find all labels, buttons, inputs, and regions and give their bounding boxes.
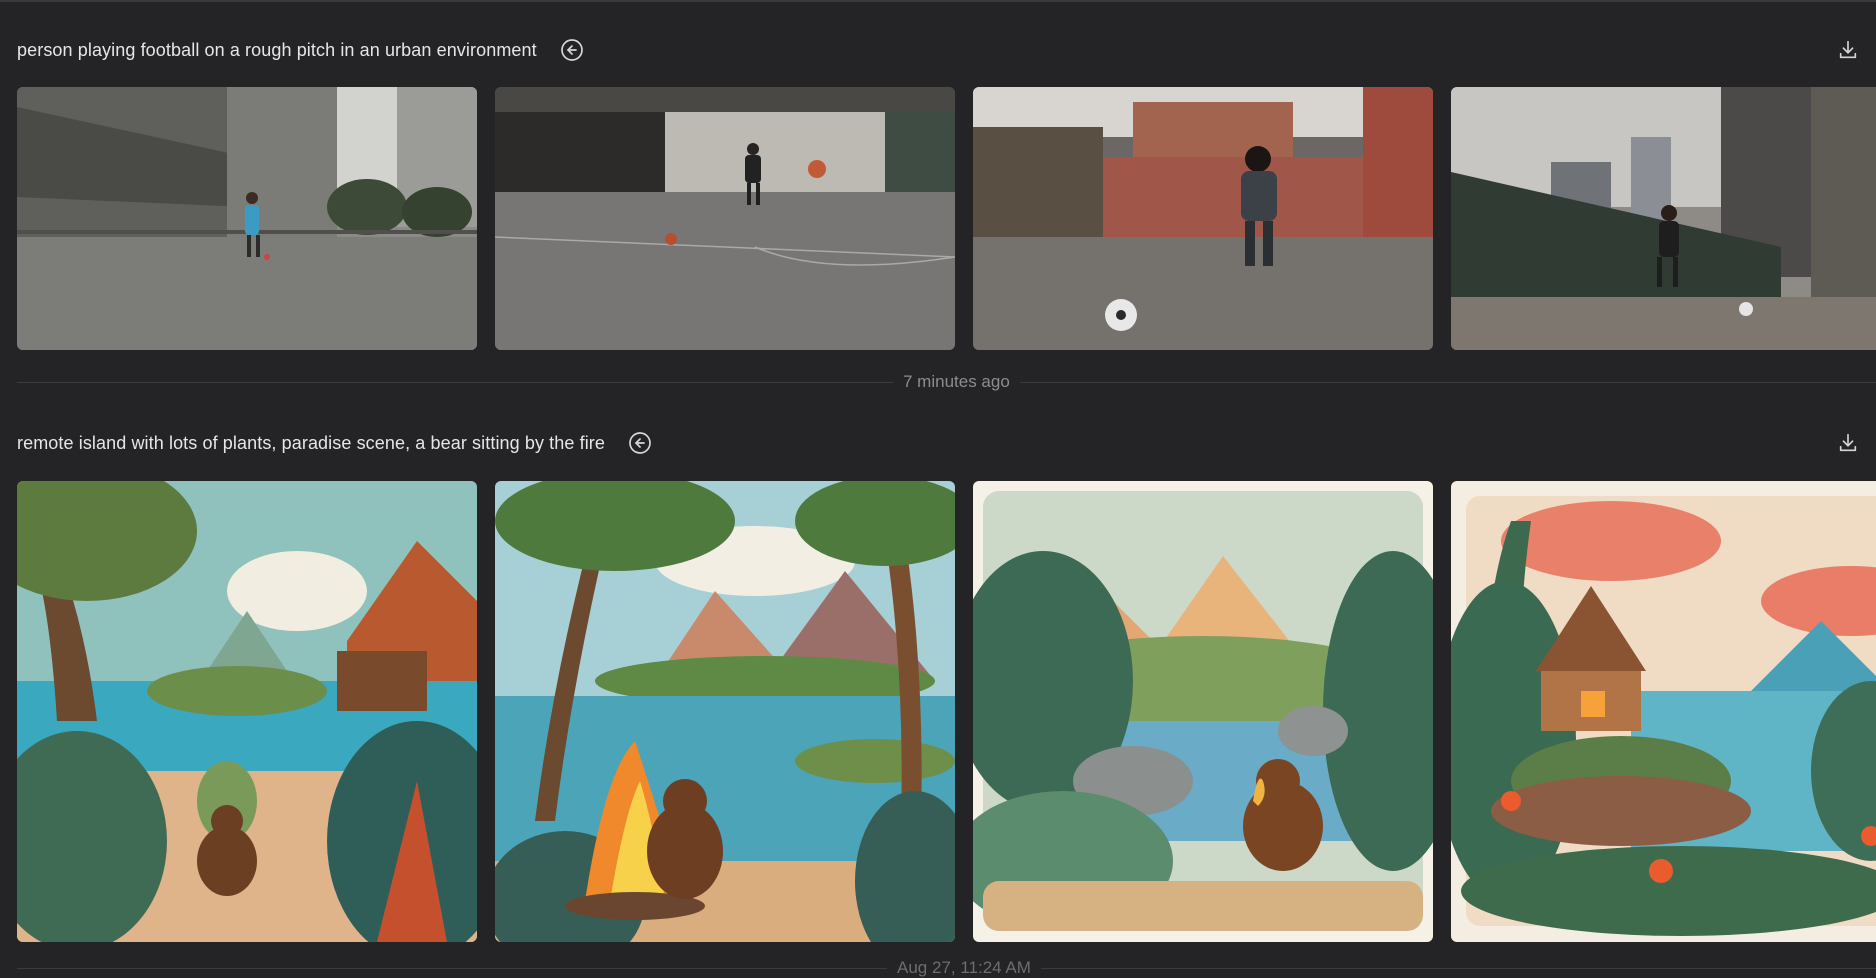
- generated-image[interactable]: [973, 481, 1433, 942]
- arrow-left-circle-icon: [629, 432, 651, 454]
- generated-image[interactable]: [495, 87, 955, 350]
- image-grid: [17, 481, 1876, 942]
- download-icon: [1839, 433, 1857, 452]
- divider-line: [17, 967, 887, 969]
- divider-line: [17, 381, 893, 383]
- image-grid: [17, 87, 1876, 350]
- prompt-row: remote island with lots of plants, parad…: [17, 423, 653, 463]
- arrow-left-circle-icon: [560, 39, 583, 61]
- divider-line: [1019, 381, 1876, 383]
- reuse-prompt-button[interactable]: [627, 430, 653, 456]
- divider-line: [1040, 967, 1876, 969]
- prompt-text: remote island with lots of plants, parad…: [17, 432, 606, 453]
- top-border: [0, 0, 1876, 2]
- generated-image[interactable]: [1451, 481, 1876, 942]
- generated-image[interactable]: [1451, 87, 1876, 350]
- timestamp-divider: Aug 27, 11:24 AM: [17, 958, 1876, 978]
- generated-image[interactable]: [17, 481, 477, 942]
- timestamp-label: 7 minutes ago: [903, 372, 1010, 391]
- download-icon: [1839, 40, 1857, 59]
- timestamp-divider: 7 minutes ago: [17, 372, 1876, 392]
- prompt-row: person playing football on a rough pitch…: [17, 30, 585, 70]
- reuse-prompt-button[interactable]: [559, 37, 585, 63]
- prompt-text: person playing football on a rough pitch…: [17, 39, 537, 60]
- generated-image[interactable]: [17, 87, 477, 350]
- generated-image[interactable]: [495, 481, 955, 942]
- timestamp-label: Aug 27, 11:24 AM: [897, 958, 1031, 977]
- generated-image[interactable]: [973, 87, 1433, 350]
- download-button[interactable]: [1834, 429, 1862, 457]
- download-button[interactable]: [1834, 36, 1862, 64]
